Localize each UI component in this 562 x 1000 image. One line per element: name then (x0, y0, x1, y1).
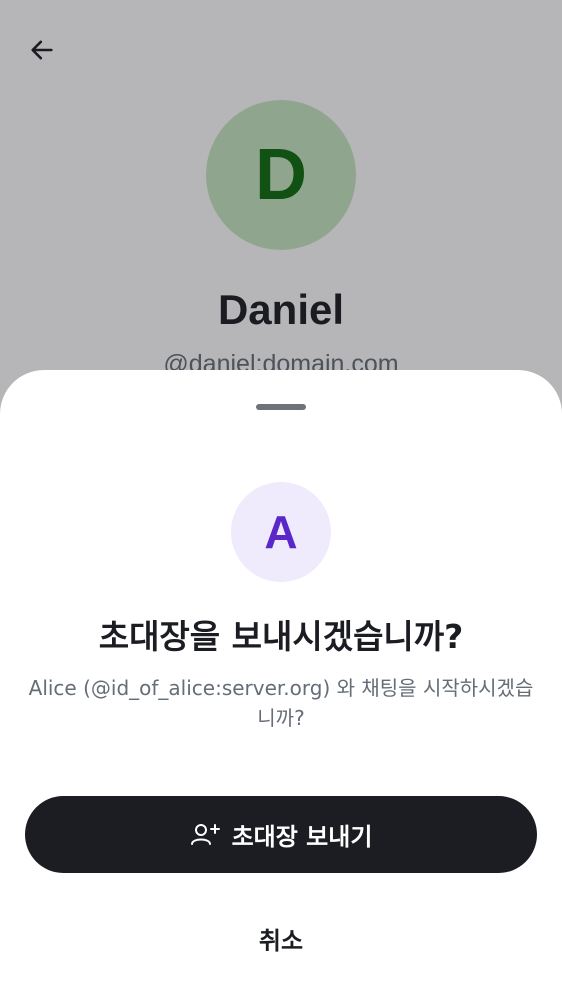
send-invite-label: 초대장 보내기 (231, 823, 373, 851)
invitee-avatar: A (231, 482, 331, 582)
sheet-title: 초대장을 보내시겠습니까? (98, 617, 464, 656)
sheet-drag-handle[interactable] (256, 404, 306, 410)
user-add-icon (190, 823, 220, 845)
invitee-avatar-initial: A (264, 506, 298, 558)
cancel-button[interactable]: 취소 (180, 910, 382, 966)
send-invite-button[interactable]: 초대장 보내기 (25, 796, 537, 873)
invite-bottom-sheet: A 초대장을 보내시겠습니까? Alice (@id_of_alice:serv… (0, 370, 562, 1000)
sheet-message: Alice (@id_of_alice:server.org) 와 채팅을 시작… (28, 676, 534, 730)
